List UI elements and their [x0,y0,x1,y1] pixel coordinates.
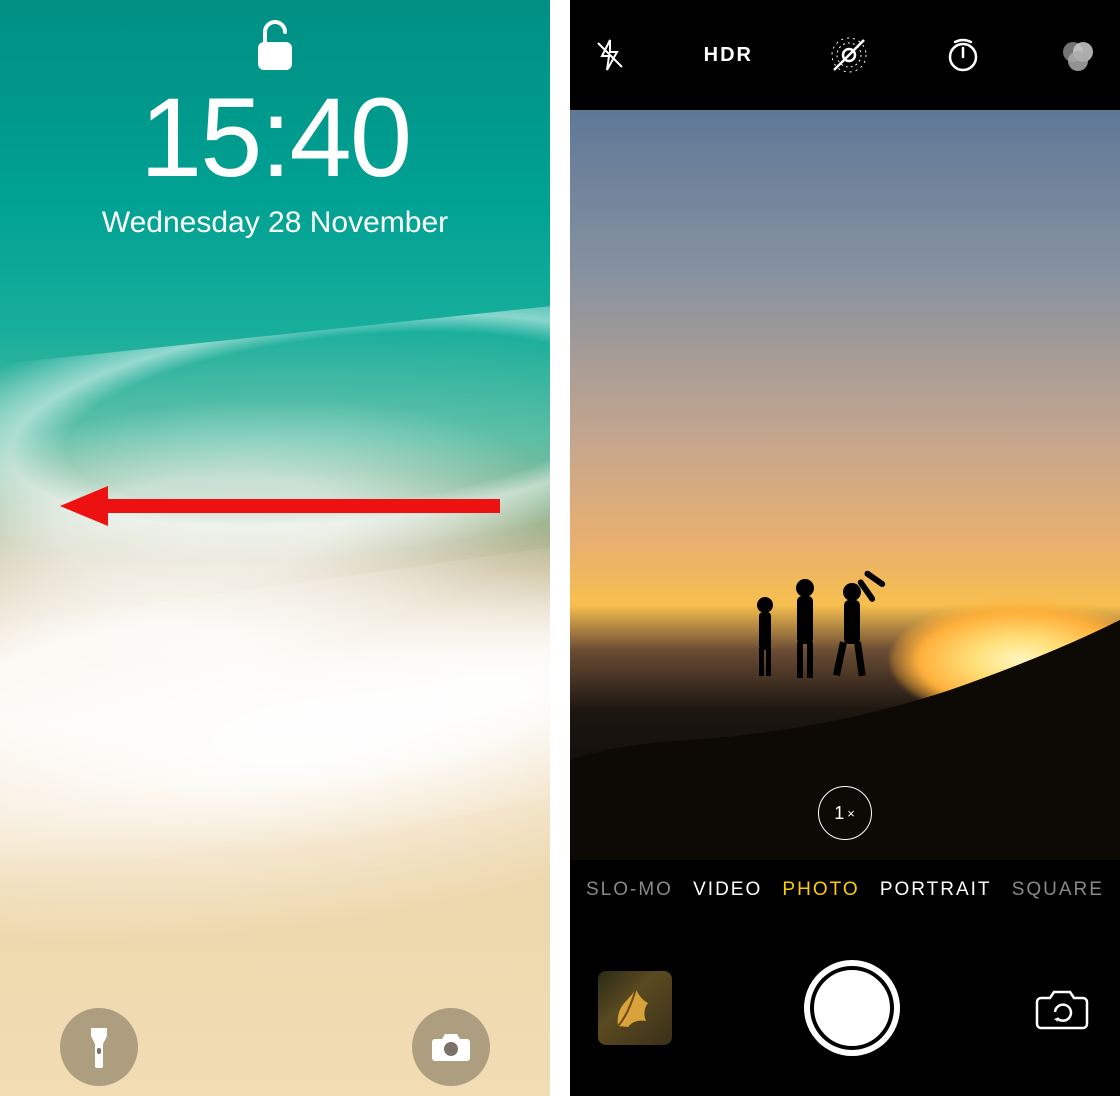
live-photo-off-icon[interactable] [829,35,869,75]
zoom-button[interactable]: 1× [818,786,872,840]
camera-top-bar: HDR [570,0,1120,110]
hdr-toggle[interactable]: HDR [704,44,753,67]
swipe-left-annotation [60,486,500,526]
zoom-value: 1 [834,803,845,824]
camera-bottom-bar [570,920,1120,1096]
lock-date: Wednesday 28 November [0,206,550,240]
filters-icon[interactable] [1058,35,1098,75]
people-silhouette [740,550,890,700]
mode-video[interactable]: VIDEO [693,879,762,901]
switch-camera-button[interactable] [1032,984,1092,1032]
camera-mode-strip[interactable]: SLO-MO VIDEO PHOTO PORTRAIT SQUARE [570,860,1120,920]
unlock-icon [252,18,298,74]
lockscreen[interactable]: 15:40 Wednesday 28 November [0,0,550,1096]
last-photo-thumbnail[interactable] [598,971,672,1045]
camera-button[interactable] [412,1008,490,1086]
lock-time: 15:40 [0,82,550,194]
mode-square[interactable]: SQUARE [1012,879,1104,901]
flashlight-button[interactable] [60,1008,138,1086]
mode-slomo[interactable]: SLO-MO [586,879,673,901]
mode-photo[interactable]: PHOTO [782,879,859,901]
timer-icon[interactable] [944,36,982,74]
flash-off-icon[interactable] [592,37,628,73]
mode-portrait[interactable]: PORTRAIT [880,879,992,901]
camera-app: HDR 1× SLO-MO [570,0,1120,1096]
camera-viewfinder[interactable]: 1× [570,110,1120,860]
zoom-suffix: × [847,806,856,821]
shutter-button[interactable] [804,960,900,1056]
